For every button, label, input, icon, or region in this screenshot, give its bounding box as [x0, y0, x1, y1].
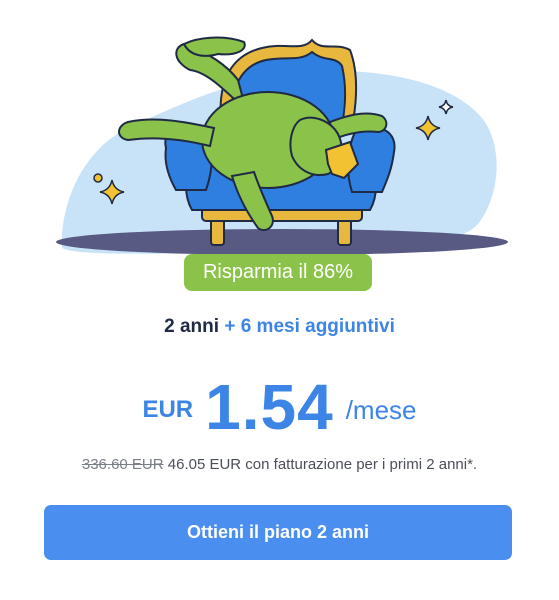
original-price: 336.60 EUR [81, 456, 164, 473]
savings-badge: Risparmia il 86% [184, 254, 372, 291]
sparkle-dot-icon [93, 173, 103, 183]
billing-info: 336.60 EUR 46.05 EUR con fatturazione pe… [0, 456, 559, 473]
price-display: EUR 1.54 /mese [0, 372, 559, 442]
character-foot [182, 36, 246, 57]
floor-shadow [56, 229, 508, 255]
plan-term-label: 2 anni [164, 316, 220, 337]
plan-term: 2 anni + 6 mesi aggiuntivi [0, 316, 559, 338]
relaxing-character-illustration [56, 36, 508, 255]
price-amount: 1.54 [205, 371, 334, 443]
billing-text: 46.05 EUR con fatturazione per i primi 2… [167, 456, 478, 473]
plan-bonus-label: + 6 mesi aggiuntivi [224, 316, 395, 337]
get-plan-button[interactable]: Ottieni il piano 2 anni [44, 505, 512, 560]
price-currency: EUR [142, 396, 194, 423]
price-period: /mese [345, 394, 417, 425]
